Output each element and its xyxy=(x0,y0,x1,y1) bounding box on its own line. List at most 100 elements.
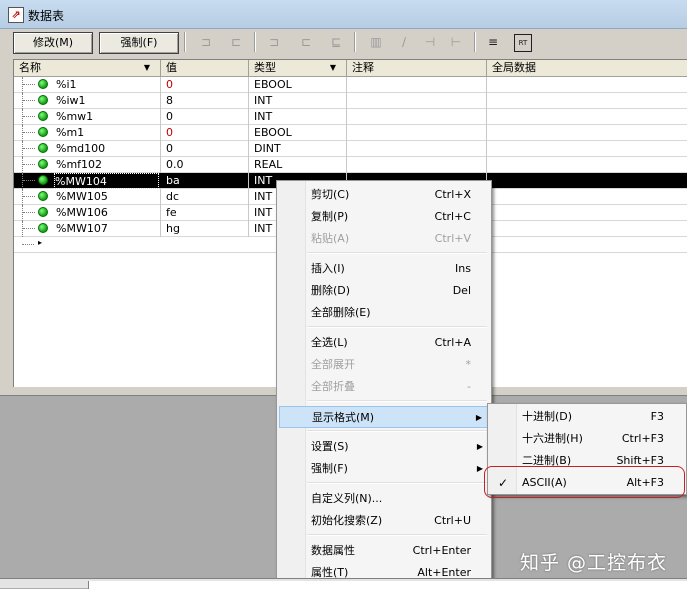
force-edge-icon[interactable]: ⊐ xyxy=(198,34,214,50)
status-led-icon xyxy=(38,175,48,185)
cell-value[interactable]: 0 xyxy=(166,77,249,93)
cell-global-data[interactable] xyxy=(492,93,687,109)
menu-item-label: 剪切(C) xyxy=(311,188,350,201)
cell-global-data[interactable] xyxy=(492,109,687,125)
column-header-type[interactable]: 类型 ▼ xyxy=(249,60,347,76)
column-header-value[interactable]: 值 xyxy=(161,60,249,76)
force-button[interactable]: 强制(F) xyxy=(99,32,179,54)
ht-icon[interactable]: ⊢ xyxy=(448,34,464,50)
menu-item[interactable]: 设置(S) ▶ xyxy=(279,436,489,458)
menu-item-shortcut: Ctrl+X xyxy=(434,188,471,201)
column-header-name[interactable]: 名称 ▼ xyxy=(14,60,161,76)
rt-icon[interactable]: RT xyxy=(514,34,532,52)
falling-icon[interactable]: ⊑ xyxy=(328,34,344,50)
table-row[interactable]: %mw1 0 INT xyxy=(14,109,687,125)
cell-global-data[interactable] xyxy=(492,157,687,173)
menu-item-shortcut: Ctrl+Enter xyxy=(412,544,471,557)
cell-comment[interactable] xyxy=(352,157,487,173)
highlight-oval xyxy=(484,466,685,498)
cell-comment[interactable] xyxy=(352,125,487,141)
cell-global-data[interactable] xyxy=(492,141,687,157)
menu-item-shortcut: Ins xyxy=(455,262,471,275)
cell-comment[interactable] xyxy=(352,109,487,125)
cell-name[interactable]: %mw1 xyxy=(56,109,161,125)
cell-type[interactable]: EBOOL xyxy=(254,125,347,141)
cell-value[interactable]: fe xyxy=(166,205,249,221)
column-header-global-data[interactable]: 全局数据 xyxy=(487,60,687,76)
table-row[interactable]: %md100 0 DINT xyxy=(14,141,687,157)
table-row[interactable]: %m1 0 EBOOL xyxy=(14,125,687,141)
menu-item-label: 全部展开 xyxy=(311,358,355,371)
cell-global-data[interactable] xyxy=(492,173,687,189)
menu-item[interactable]: 显示格式(M) ▶ xyxy=(279,406,489,428)
table-row[interactable]: %mf102 0.0 REAL xyxy=(14,157,687,173)
submenu-item[interactable]: 十进制(D) F3 xyxy=(490,406,684,428)
menu-item[interactable]: 复制(P) Ctrl+C xyxy=(279,206,489,228)
table-row[interactable]: %iw1 8 INT xyxy=(14,93,687,109)
submenu-arrow-icon: ▶ xyxy=(475,413,482,422)
dropdown-arrow-icon[interactable]: ▼ xyxy=(330,60,336,76)
dropdown-arrow-icon[interactable]: ▼ xyxy=(144,60,150,76)
submenu-item[interactable]: 十六进制(H) Ctrl+F3 xyxy=(490,428,684,450)
cell-type[interactable]: DINT xyxy=(254,141,347,157)
cell-type[interactable]: EBOOL xyxy=(254,77,347,93)
menu-item[interactable]: 全选(L) Ctrl+A xyxy=(279,332,489,354)
cell-type[interactable]: INT xyxy=(254,93,347,109)
menu-separator xyxy=(307,534,487,536)
cell-name[interactable]: %mf102 xyxy=(56,157,161,173)
new-row-pointer-icon: ▸ xyxy=(38,238,43,247)
cell-comment[interactable] xyxy=(352,93,487,109)
tree-line xyxy=(22,237,36,253)
menu-item[interactable]: 删除(D) Del xyxy=(279,280,489,302)
submenu-item-label: 十六进制(H) xyxy=(522,432,583,445)
tree-line xyxy=(22,189,37,205)
cell-value[interactable]: ba xyxy=(166,173,249,189)
sort-icon[interactable]: ≡ xyxy=(485,34,501,50)
menu-item-label: 全部删除(E) xyxy=(311,306,371,319)
cell-type[interactable]: REAL xyxy=(254,157,347,173)
cell-name[interactable]: %MW104 xyxy=(54,173,159,189)
menu-item[interactable]: 自定义列(N)... xyxy=(279,488,489,510)
menu-item[interactable]: 初始化搜索(Z) Ctrl+U xyxy=(279,510,489,532)
h-icon[interactable]: ⊣ xyxy=(422,34,438,50)
cell-name[interactable]: %MW106 xyxy=(56,205,161,221)
cell-global-data[interactable] xyxy=(492,77,687,93)
menu-item[interactable]: 强制(F) ▶ xyxy=(279,458,489,480)
cell-value[interactable]: 0 xyxy=(166,109,249,125)
cell-name[interactable]: %md100 xyxy=(56,141,161,157)
cell-name[interactable]: %i1 xyxy=(56,77,161,93)
watermark: 知乎 @工控布衣 xyxy=(520,552,668,574)
menu-item[interactable]: 数据属性 Ctrl+Enter xyxy=(279,540,489,562)
cell-global-data[interactable] xyxy=(492,221,687,237)
cell-name[interactable]: %m1 xyxy=(56,125,161,141)
cell-comment[interactable] xyxy=(352,141,487,157)
menu-item[interactable]: 插入(I) Ins xyxy=(279,258,489,280)
force-rising-icon[interactable]: ⊏ xyxy=(228,34,244,50)
submenu-item-label: 十进制(D) xyxy=(522,410,573,423)
cell-comment[interactable] xyxy=(352,77,487,93)
menu-item-label: 粘贴(A) xyxy=(311,232,350,245)
table-icon[interactable]: ▥ xyxy=(368,34,384,50)
edge-icon[interactable]: ⊐ xyxy=(266,34,282,50)
cell-global-data[interactable] xyxy=(492,125,687,141)
modify-button[interactable]: 修改(M) xyxy=(13,32,93,54)
menu-item[interactable]: 剪切(C) Ctrl+X xyxy=(279,184,489,206)
cell-global-data[interactable] xyxy=(492,205,687,221)
cell-value[interactable]: 0 xyxy=(166,141,249,157)
cell-type[interactable]: INT xyxy=(254,109,347,125)
cell-value[interactable]: dc xyxy=(166,189,249,205)
cell-value[interactable]: hg xyxy=(166,221,249,237)
cell-value[interactable]: 8 xyxy=(166,93,249,109)
pencil-icon[interactable]: ∕ xyxy=(396,34,412,50)
cell-value[interactable]: 0 xyxy=(166,125,249,141)
cell-value[interactable]: 0.0 xyxy=(166,157,249,173)
column-header-comment[interactable]: 注释 xyxy=(347,60,487,76)
cell-name[interactable]: %MW105 xyxy=(56,189,161,205)
status-led-icon xyxy=(38,111,48,121)
rising-icon[interactable]: ⊏ xyxy=(298,34,314,50)
cell-name[interactable]: %MW107 xyxy=(56,221,161,237)
cell-name[interactable]: %iw1 xyxy=(56,93,161,109)
table-row[interactable]: %i1 0 EBOOL xyxy=(14,77,687,93)
cell-global-data[interactable] xyxy=(492,189,687,205)
menu-item[interactable]: 全部删除(E) xyxy=(279,302,489,324)
